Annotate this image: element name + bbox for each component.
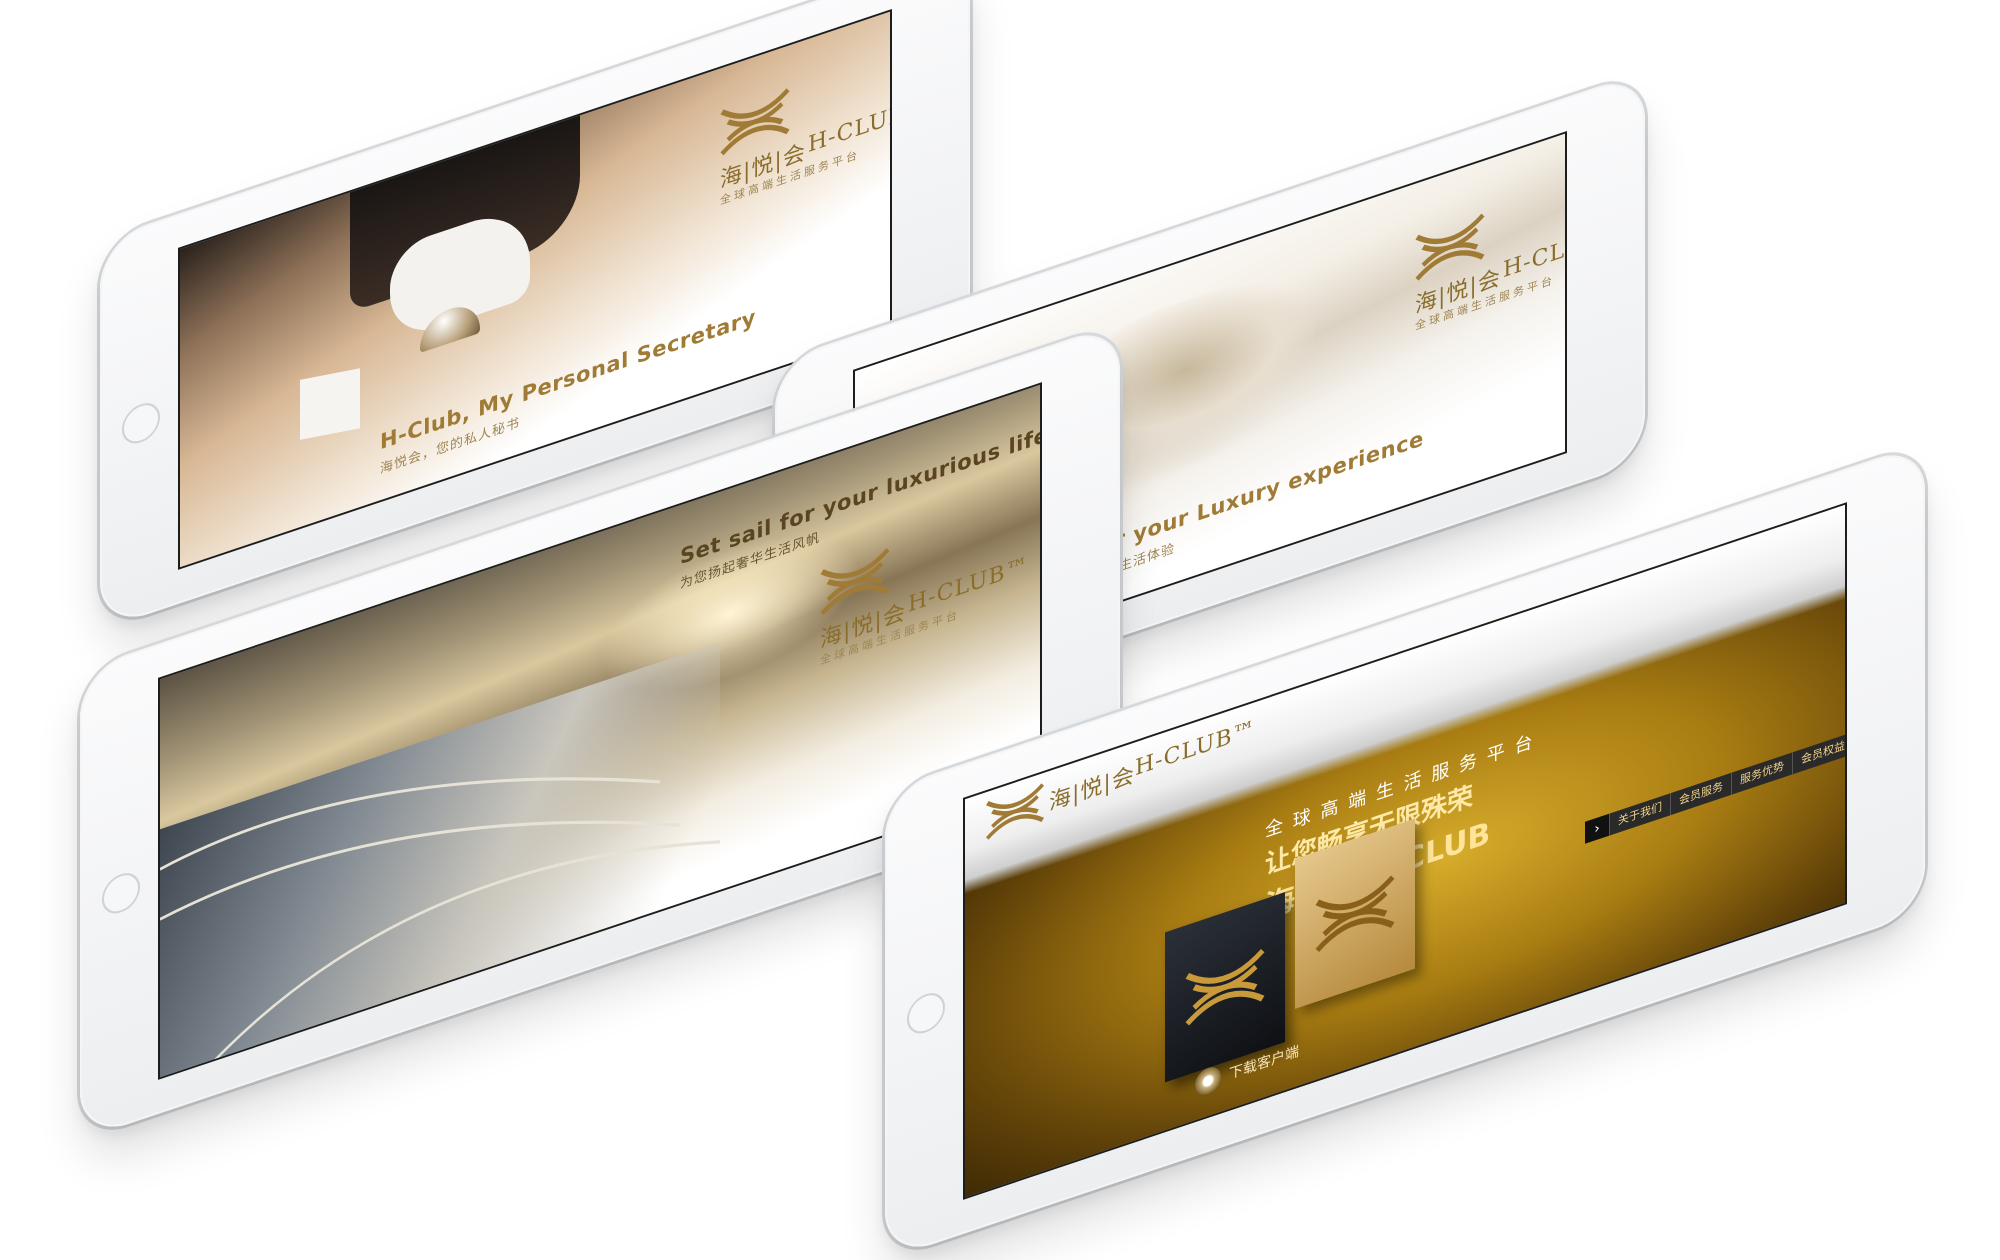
nav-item-service[interactable]: 会员服务 xyxy=(1670,772,1731,816)
logo-mark-icon xyxy=(1315,875,1395,953)
home-button[interactable] xyxy=(102,867,140,919)
brand-logo: 海|悦|会 H-CLUB™ 全球高端生活服务平台 xyxy=(720,85,892,208)
nav-item-advantage[interactable]: 服务优势 xyxy=(1731,752,1792,795)
nav-bar: › 关于我们 会员服务 服务优势 会员权益 xyxy=(1585,732,1847,844)
logo-text-en: H-CLUB™ xyxy=(1503,218,1567,284)
badge-icon xyxy=(1040,559,1042,581)
nav-item-rights[interactable]: 会员权益 xyxy=(1792,732,1847,775)
home-button[interactable] xyxy=(122,397,160,449)
card xyxy=(300,368,360,440)
nav-item-about[interactable]: 关于我们 xyxy=(1609,793,1670,836)
rail-lines xyxy=(160,777,720,1077)
tagline: Set sail for your luxurious life xyxy=(680,422,1042,570)
brand-logo: 海|悦|会 H-CLUB™ 全球高端生活服务平台 xyxy=(1415,210,1567,333)
nav-arrow-button[interactable]: › xyxy=(1585,813,1609,844)
home-button[interactable] xyxy=(907,987,945,1039)
logo-mark-icon xyxy=(1185,948,1265,1026)
logo-text-en: H-CLUB™ xyxy=(908,552,1029,618)
